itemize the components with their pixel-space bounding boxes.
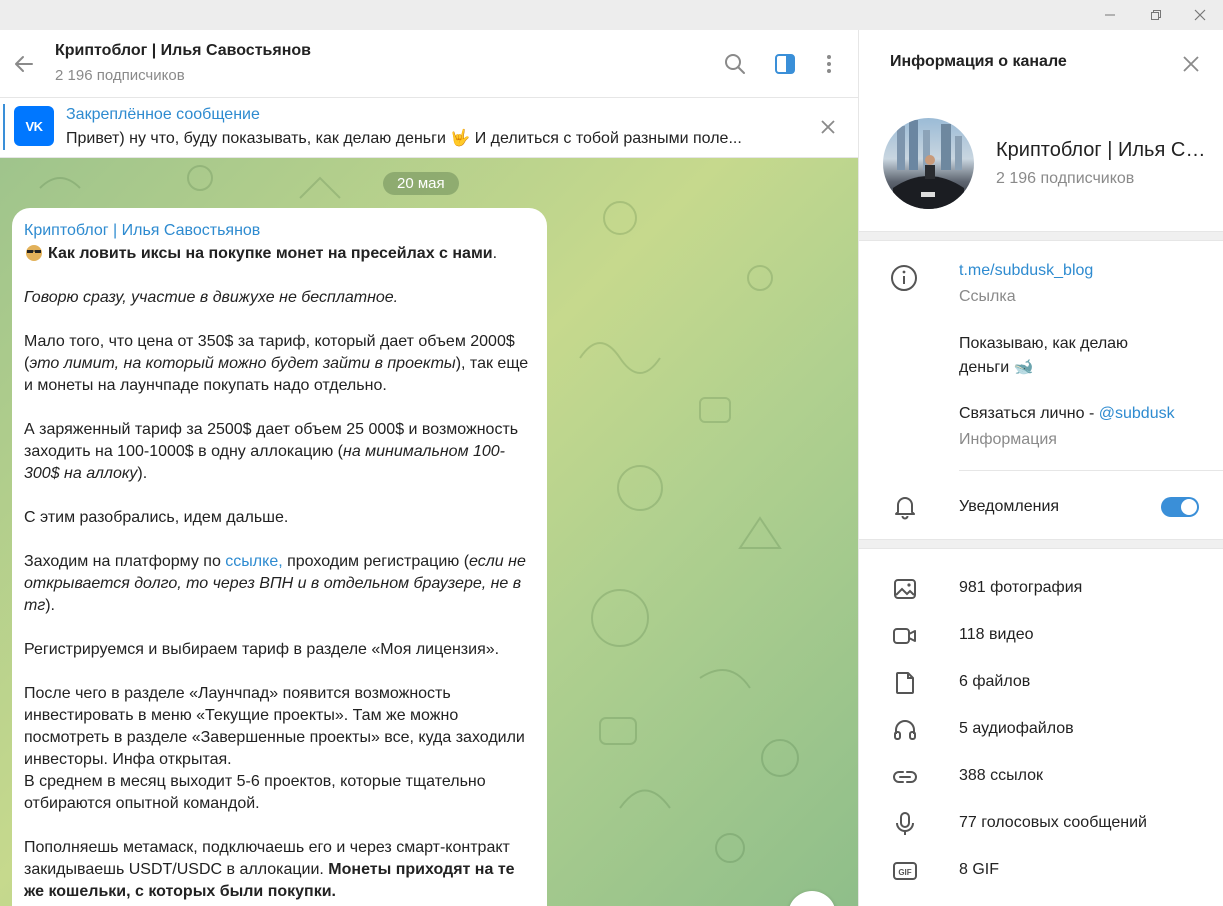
message-p5a: Заходим на платформу по [24,553,226,570]
media-row-audio[interactable]: 5 аудиофайлов [859,707,1223,754]
message-link[interactable]: ссылке, [225,553,282,570]
notifications-toggle[interactable] [1161,497,1199,517]
channel-subscribers: 2 196 подписчиков [996,170,1135,187]
contact-prefix: Связаться лично - [959,405,1099,422]
vk-logo-icon: VK [14,106,54,146]
media-row-files[interactable]: 6 файлов [859,660,1223,707]
message-author[interactable]: Криптоблог | Илья Савостьянов [24,220,535,242]
message-p7-2: В среднем в месяц выходит 5-6 проектов, … [24,773,486,812]
message-p7-1: После чего в разделе «Лаунчпад» появится… [24,685,525,768]
contact-handle-link[interactable]: @subdusk [1099,405,1175,422]
media-label: 6 файлов [959,673,1031,690]
channel-info-panel: Информация о канале Криптоблог | Илья Са… [858,30,1223,906]
message-p5c: ). [45,597,55,614]
window-titlebar [0,0,1223,30]
gif-icon: GIF [892,858,918,884]
more-options-icon[interactable] [815,50,843,78]
pinned-indicator [3,104,5,150]
close-icon[interactable] [1177,0,1223,30]
panel-close-icon[interactable] [1177,50,1205,78]
pinned-message-bar[interactable]: VK Закреплённое сообщение Привет) ну что… [0,98,858,158]
channel-name: Криптоблог | Илья Савостьянов [996,139,1206,161]
sidebar-toggle-icon[interactable] [771,50,799,78]
file-icon [892,670,918,696]
pinned-text: Привет) ну что, буду показывать, как дел… [66,130,742,147]
mic-icon [892,811,918,837]
message-bubble[interactable]: Криптоблог | Илья Савостьянов Как ловить… [12,208,547,906]
message-p4: С этим разобрались, идем дальше. [24,509,289,526]
link-icon [892,764,918,790]
media-row-gif[interactable]: GIF 8 GIF [859,848,1223,895]
restore-icon[interactable] [1133,0,1179,30]
media-row-videos[interactable]: 118 видео [859,613,1223,660]
search-icon[interactable] [721,50,749,78]
channel-description: Показываю, как делаю деньги 🐋 [959,335,1129,376]
back-arrow-icon[interactable] [10,50,38,78]
chat-header: Криптоблог | Илья Савостьянов 2 196 подп… [0,30,858,98]
chat-background: 20 мая Криптоблог | Илья Савостьянов Как… [0,158,858,906]
photo-icon [892,576,918,602]
chat-subscribers: 2 196 подписчиков [55,67,185,84]
cool-doge-emoji-icon [24,243,44,261]
svg-text:GIF: GIF [898,868,911,877]
message-p1: Говорю сразу, участие в движухе не беспл… [24,289,399,306]
minimize-icon[interactable] [1087,0,1133,30]
media-label: 981 фотография [959,579,1083,596]
channel-avatar[interactable] [883,118,974,209]
toggle-knob [1181,499,1197,515]
media-row-links[interactable]: 388 ссылок [859,754,1223,801]
message-heading: Как ловить иксы на покупке монет на прес… [48,245,493,262]
contact-line: Связаться лично - @subdusk [959,405,1175,423]
section-separator [859,539,1223,549]
headphones-icon [892,717,918,743]
date-chip: 20 мая [383,172,459,195]
chat-title[interactable]: Криптоблог | Илья Савостьянов [55,42,311,60]
media-label: 5 аудиофайлов [959,720,1074,737]
info-icon [890,264,918,292]
video-icon [892,623,918,649]
message-p6: Регистрируемся и выбираем тариф в раздел… [24,641,500,658]
bell-icon [892,494,918,520]
section-separator [859,231,1223,241]
pinned-close-icon[interactable] [815,114,841,140]
link-caption: Ссылка [959,288,1016,305]
pinned-title: Закреплённое сообщение [66,106,260,123]
message-p3b: ). [137,465,148,482]
media-label: 8 GIF [959,861,1000,878]
media-row-photos[interactable]: 981 фотография [859,566,1223,613]
notifications-label: Уведомления [959,498,1060,515]
media-row-voice[interactable]: 77 голосовых сообщений [859,801,1223,848]
contact-caption: Информация [959,431,1057,448]
message-p2i: это лимит, на который можно будет зайти … [29,355,456,372]
message-p5b: проходим регистрацию ( [282,553,470,570]
panel-title: Информация о канале [890,53,1067,70]
divider [959,470,1223,471]
media-label: 77 голосовых сообщений [959,814,1147,831]
media-label: 388 ссылок [959,767,1044,784]
channel-link[interactable]: t.me/subdusk_blog [959,262,1093,280]
media-label: 118 видео [959,626,1034,643]
